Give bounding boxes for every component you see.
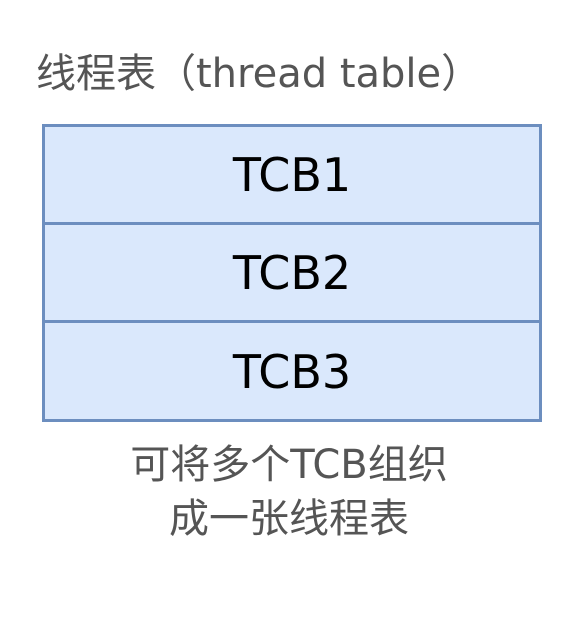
tcb-row-1: TCB1 xyxy=(45,127,539,225)
tcb-row-3: TCB3 xyxy=(232,345,352,399)
caption-line-2: 成一张线程表 xyxy=(169,496,409,542)
caption-line-1: 可将多个TCB组织 xyxy=(130,442,448,488)
caption: 可将多个TCB组织 成一张线程表 xyxy=(0,438,578,546)
thread-table: TCB1 TCB2 TCB3 xyxy=(42,124,542,422)
tcb-row-2: TCB2 xyxy=(45,225,539,323)
thread-table-title: 线程表（thread table） xyxy=(36,51,482,97)
